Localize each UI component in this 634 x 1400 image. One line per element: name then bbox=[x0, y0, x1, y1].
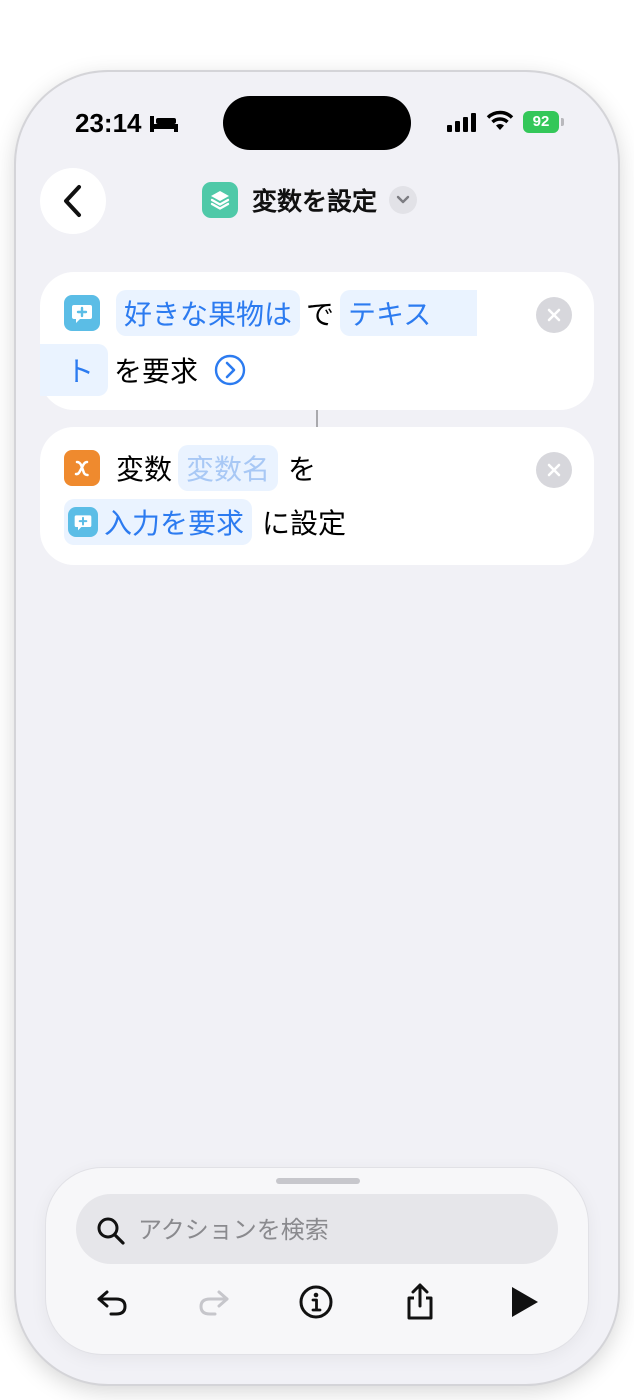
close-icon bbox=[547, 308, 561, 322]
cellular-signal-icon bbox=[447, 113, 476, 132]
action1-line2: ト を要求 bbox=[40, 344, 246, 396]
page-title: 変数を設定 bbox=[252, 187, 378, 216]
undo-icon bbox=[97, 1290, 127, 1316]
text-de: で bbox=[306, 298, 335, 331]
search-icon bbox=[97, 1217, 125, 1245]
battery-level: 92 bbox=[532, 113, 550, 130]
title-dropdown[interactable] bbox=[389, 186, 418, 214]
prompt-token[interactable]: 好きな果物は bbox=[116, 290, 301, 336]
bed-icon bbox=[150, 116, 178, 132]
message-plus-icon bbox=[72, 305, 92, 323]
action-connector-line bbox=[316, 410, 318, 427]
battery-indicator: 92 bbox=[523, 111, 559, 133]
input-variable-label: 入力を要求 bbox=[104, 507, 245, 540]
set-variable-action-icon bbox=[64, 450, 100, 486]
share-button[interactable] bbox=[398, 1280, 442, 1324]
run-button[interactable] bbox=[502, 1280, 546, 1324]
info-icon bbox=[299, 1285, 333, 1319]
back-button[interactable] bbox=[40, 168, 106, 234]
input-type-token-continued[interactable]: ト bbox=[40, 344, 109, 396]
close-icon bbox=[547, 463, 561, 477]
message-plus-icon bbox=[74, 515, 92, 531]
text-wo: を bbox=[288, 453, 317, 486]
input-variable-token[interactable]: 入力を要求 bbox=[64, 499, 253, 545]
status-bar: 23:14 92 bbox=[16, 72, 618, 172]
search-input[interactable] bbox=[136, 1210, 540, 1250]
variable-name-token[interactable]: 変数名 bbox=[178, 445, 279, 491]
chevron-down-icon bbox=[396, 195, 410, 204]
action2-line1: 変数 変数名 を bbox=[64, 445, 322, 491]
ask-input-action-icon bbox=[64, 295, 100, 331]
variable-x-icon bbox=[74, 460, 89, 477]
chevron-left-icon bbox=[64, 185, 81, 217]
input-type-token[interactable]: テキス bbox=[340, 290, 478, 336]
remove-action-button[interactable] bbox=[536, 452, 572, 488]
chevron-right-circle-icon[interactable] bbox=[214, 354, 246, 386]
set-variable-action-card[interactable]: 変数 変数名 を 入力を要求 に設定 bbox=[40, 427, 594, 565]
action-search-panel bbox=[46, 1168, 588, 1354]
play-icon bbox=[512, 1287, 538, 1317]
redo-icon bbox=[199, 1290, 229, 1316]
search-box[interactable] bbox=[76, 1194, 558, 1264]
action2-line2: 入力を要求 に設定 bbox=[64, 499, 352, 545]
shortcut-title-menu[interactable]: 変数を設定 bbox=[202, 180, 418, 220]
text-set: に設定 bbox=[262, 507, 347, 540]
info-button[interactable] bbox=[294, 1280, 338, 1324]
phone-screen: 23:14 92 変数を設定 好きな果物は で テキス ト を要求 変数 変数名… bbox=[16, 72, 618, 1384]
dynamic-island bbox=[223, 96, 411, 150]
wifi-icon bbox=[486, 110, 514, 130]
share-icon bbox=[407, 1283, 433, 1320]
redo-button[interactable] bbox=[192, 1280, 236, 1324]
ask-for-input-action-card[interactable]: 好きな果物は で テキス ト を要求 bbox=[40, 272, 594, 410]
action1-line1: 好きな果物は で テキス bbox=[64, 290, 478, 336]
ask-input-token-icon bbox=[68, 507, 98, 537]
remove-action-button[interactable] bbox=[536, 297, 572, 333]
undo-button[interactable] bbox=[90, 1280, 134, 1324]
sheet-grabber[interactable] bbox=[276, 1178, 360, 1184]
layers-app-icon bbox=[202, 182, 238, 218]
layers-icon bbox=[210, 191, 230, 210]
text-variable: 変数 bbox=[116, 453, 173, 486]
battery-nub bbox=[561, 118, 564, 126]
text-request: を要求 bbox=[114, 355, 199, 388]
status-time: 23:14 bbox=[75, 108, 142, 138]
